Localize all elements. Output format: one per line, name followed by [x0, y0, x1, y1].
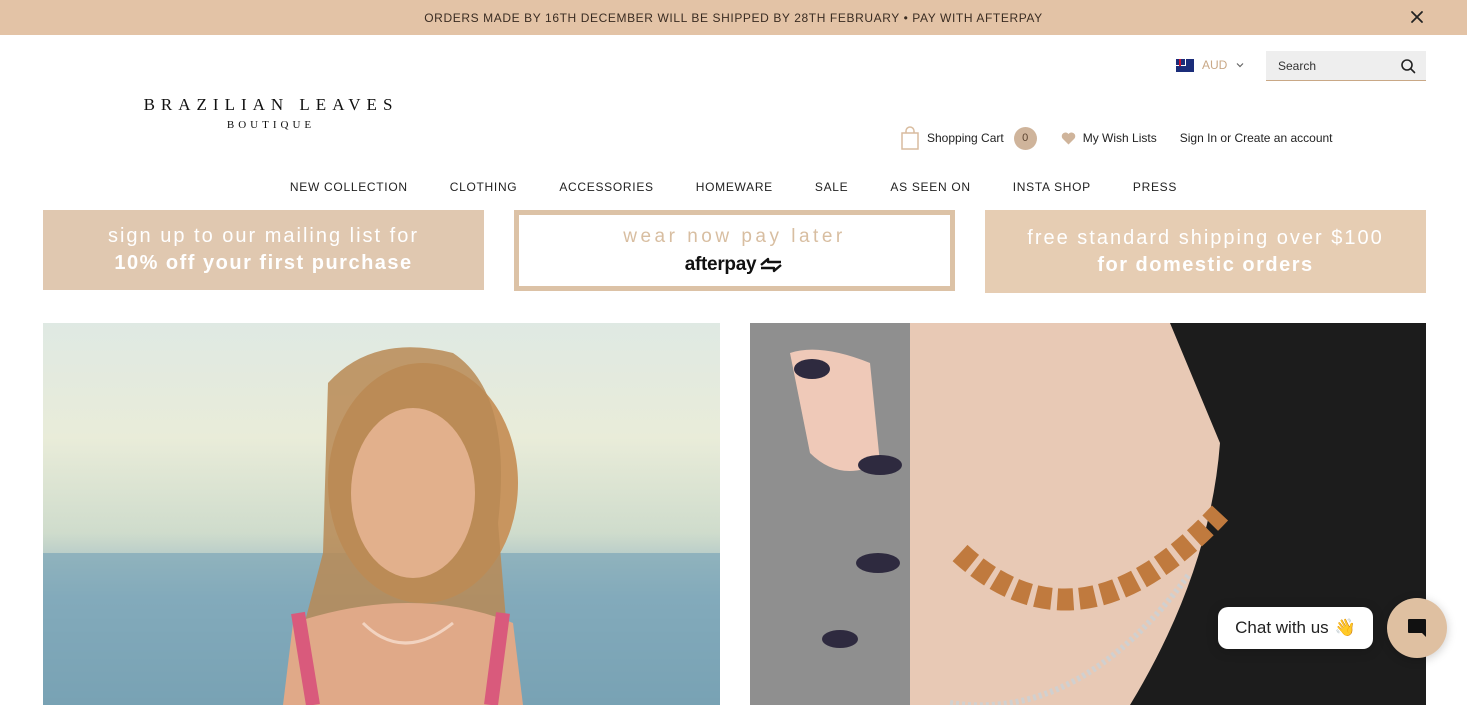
chat-prompt-bubble[interactable]: Chat with us 👋 — [1218, 607, 1373, 649]
brand-name: BRAZILIAN LEAVES — [143, 95, 399, 114]
nav-item-homeware[interactable]: HOMEWARE — [696, 180, 773, 194]
currency-label: AUD — [1202, 58, 1228, 72]
close-icon[interactable] — [1407, 7, 1427, 27]
wishlist-link[interactable]: My Wish Lists — [1061, 131, 1157, 145]
shopping-bag-icon — [901, 126, 919, 150]
search-input[interactable] — [1278, 58, 1388, 73]
free-shipping-banner[interactable]: free standard shipping over $100 for dom… — [985, 210, 1426, 293]
hero-image-beach-model[interactable] — [43, 323, 720, 705]
nav-item-accessories[interactable]: ACCESSORIES — [559, 180, 653, 194]
announcement-text: ORDERS MADE BY 16TH DECEMBER WILL BE SHI… — [424, 10, 1043, 25]
chat-prompt-text: Chat with us — [1235, 618, 1329, 637]
afterpay-banner[interactable]: wear now pay later afterpay — [514, 210, 955, 291]
cart-count-badge: 0 — [1013, 126, 1037, 150]
cart-label: Shopping Cart — [927, 131, 1004, 145]
heart-icon — [1061, 132, 1075, 144]
main-nav: NEW COLLECTION CLOTHING ACCESSORIES HOME… — [0, 180, 1467, 194]
currency-selector[interactable]: AUD — [1176, 58, 1245, 72]
wishlist-label: My Wish Lists — [1082, 131, 1157, 145]
mailing-banner-line2: 10% off your first purchase — [114, 252, 413, 274]
shipping-banner-line2: for domestic orders — [1097, 253, 1314, 276]
nav-item-as-seen-on[interactable]: AS SEEN ON — [890, 180, 970, 194]
brand-tagline: BOUTIQUE — [226, 119, 316, 131]
afterpay-arrows-icon — [760, 257, 783, 272]
shopping-cart-link[interactable]: Shopping Cart 0 — [900, 126, 1037, 150]
nav-item-sale[interactable]: SALE — [815, 180, 849, 194]
australia-flag-icon — [1176, 58, 1194, 72]
nav-item-insta-shop[interactable]: INSTA SHOP — [1013, 180, 1091, 194]
afterpay-banner-line1: wear now pay later — [623, 225, 846, 247]
nav-item-press[interactable]: PRESS — [1133, 180, 1177, 194]
waving-hand-icon: 👋 — [1334, 618, 1356, 637]
afterpay-logo-text: afterpay — [684, 253, 757, 275]
sign-in-link[interactable]: Sign In — [1180, 131, 1217, 145]
search-icon[interactable] — [1400, 58, 1416, 74]
brand-logo[interactable]: BRAZILIAN LEAVES BOUTIQUE — [130, 95, 412, 131]
account-row: Shopping Cart 0 My Wish Lists Sign In or… — [900, 126, 1333, 150]
announcement-bar: ORDERS MADE BY 16TH DECEMBER WILL BE SHI… — [0, 0, 1467, 35]
afterpay-logo: afterpay — [685, 254, 785, 276]
mailing-list-banner[interactable]: sign up to our mailing list for 10% off … — [43, 210, 484, 290]
beach-model-illustration — [43, 347, 720, 705]
create-account-link[interactable]: Create an account — [1234, 131, 1332, 145]
nav-item-new-collection[interactable]: NEW COLLECTION — [290, 180, 408, 194]
or-text: or — [1217, 131, 1235, 145]
chevron-down-icon — [1236, 63, 1244, 68]
nav-item-clothing[interactable]: CLOTHING — [450, 180, 518, 194]
search-bar — [1266, 51, 1426, 81]
account-links: Sign In or Create an account — [1180, 131, 1333, 145]
mailing-banner-line1: sign up to our mailing list for — [107, 225, 419, 247]
chat-icon — [1408, 619, 1426, 637]
shipping-banner-line1: free standard shipping over $100 — [1027, 226, 1384, 249]
chat-launcher-button[interactable] — [1387, 598, 1447, 658]
